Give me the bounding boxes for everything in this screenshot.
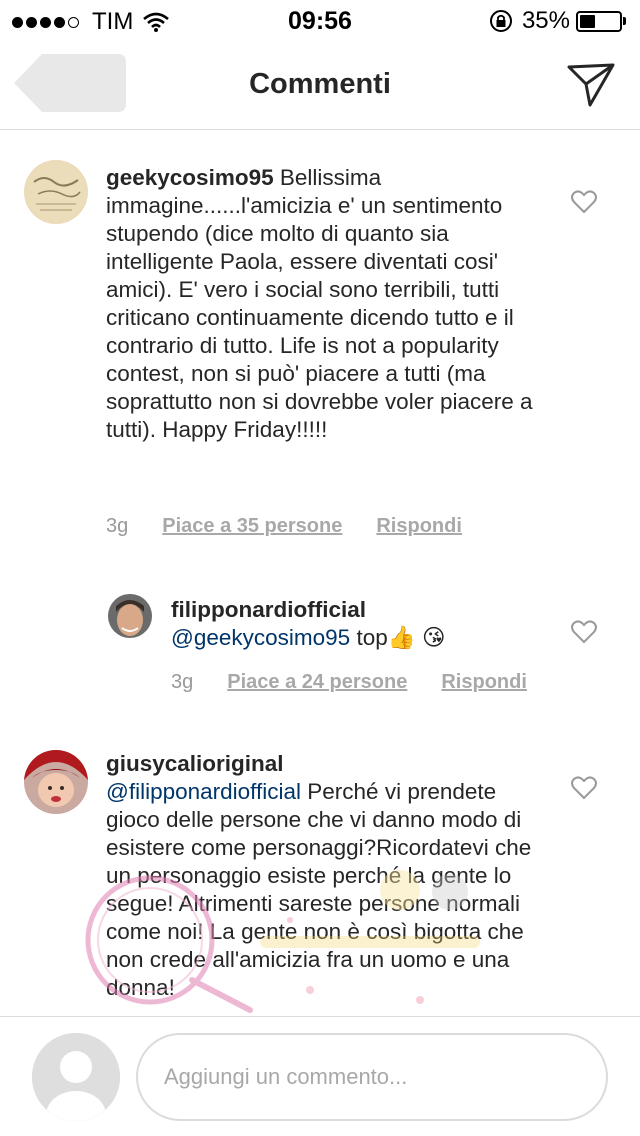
avatar[interactable]	[24, 160, 88, 224]
user-avatar	[32, 1033, 120, 1121]
avatar-image	[108, 594, 152, 638]
nav-header: Commenti	[0, 40, 640, 130]
avatar-image	[24, 750, 88, 814]
avatar[interactable]	[24, 750, 88, 814]
comment-input[interactable]	[136, 1033, 608, 1121]
rotation-lock-icon	[489, 10, 512, 32]
avatar-image	[24, 160, 88, 224]
page-title: Commenti	[249, 68, 391, 100]
comment-item: giusycalioriginal @filipponardiofficial …	[0, 730, 640, 1016]
comment-text: geekycosimo95 Bellissima immagine......l…	[106, 164, 536, 444]
comment-meta: 3g Piace a 35 persone Rispondi	[106, 515, 462, 538]
comment-body: Bellissima immagine......l'amicizia e' u…	[106, 165, 533, 442]
paper-plane-icon[interactable]	[566, 62, 616, 108]
comment-body: top👍 😘	[350, 625, 446, 650]
comment-text: filipponardiofficial @geekycosimo95 top👍…	[171, 596, 561, 652]
likes-link[interactable]: Piace a 35 persone	[162, 515, 342, 538]
mention-link[interactable]: @geekycosimo95	[171, 625, 350, 650]
comment-username[interactable]: filipponardiofficial	[171, 597, 366, 622]
heart-outline-icon[interactable]	[571, 620, 597, 644]
reply-button[interactable]: Rispondi	[376, 515, 462, 538]
status-right: 35%	[488, 7, 626, 35]
comment-time: 3g	[106, 515, 129, 537]
comment-body: Perché vi prendete gioco delle persone c…	[106, 779, 532, 1000]
mention-link[interactable]: @filipponardiofficial	[106, 779, 301, 804]
battery-icon	[576, 10, 622, 32]
battery-percent: 35%	[521, 7, 570, 34]
comment-text: giusycalioriginal @filipponardiofficial …	[106, 750, 536, 1002]
comment-item: geekycosimo95 Bellissima immagine......l…	[0, 130, 640, 570]
comment-username[interactable]: giusycalioriginal	[106, 751, 284, 776]
reply-button[interactable]: Rispondi	[441, 671, 527, 694]
comment-username[interactable]: geekycosimo95	[106, 165, 274, 190]
battery-tip	[623, 17, 626, 25]
status-bar: TIM 09:56 35%	[0, 0, 640, 40]
default-avatar-icon	[32, 1033, 120, 1121]
comment-item: filipponardiofficial @geekycosimo95 top👍…	[0, 580, 640, 710]
comment-time: 3g	[171, 671, 194, 693]
comment-meta: 3g Piace a 24 persone Rispondi	[171, 671, 527, 694]
likes-link[interactable]: Piace a 24 persone	[227, 671, 407, 694]
heart-outline-icon[interactable]	[571, 190, 597, 214]
avatar[interactable]	[108, 594, 152, 638]
comment-input-bar	[0, 1016, 640, 1136]
heart-outline-icon[interactable]	[571, 776, 597, 800]
